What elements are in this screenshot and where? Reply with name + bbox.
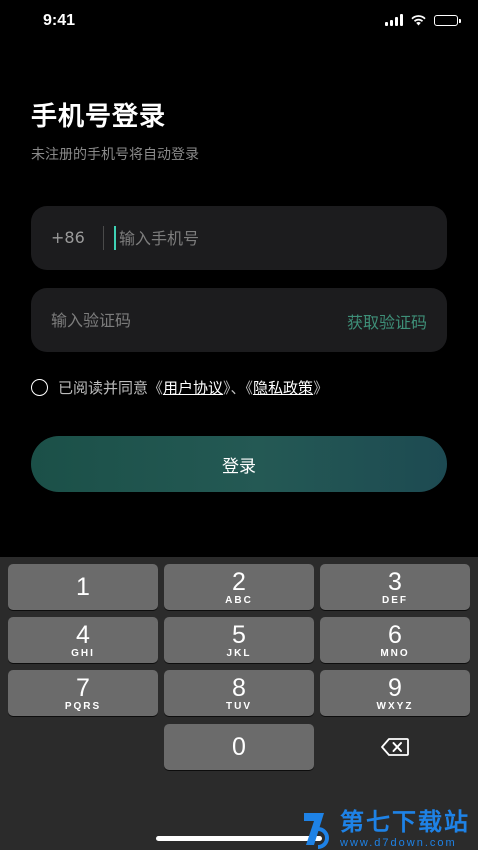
home-indicator[interactable] bbox=[156, 836, 322, 841]
key-number: 9 bbox=[388, 674, 402, 702]
key-number: 6 bbox=[388, 621, 402, 649]
wifi-icon bbox=[411, 15, 426, 26]
watermark-url: www.d7down.com bbox=[340, 837, 457, 849]
status-icons bbox=[385, 14, 461, 26]
key-3[interactable]: 3 DEF bbox=[320, 564, 470, 610]
agreement-suffix: 》 bbox=[313, 379, 329, 397]
key-2[interactable]: 2 ABC bbox=[164, 564, 314, 610]
numeric-keyboard: 1 2 ABC 3 DEF 4 GHI 5 JKL 6 MNO 7 PQRS 8… bbox=[0, 557, 478, 850]
agreement-row: 已阅读并同意《 用户协议 》、《 隐私政策 》 bbox=[31, 377, 328, 398]
phone-field[interactable]: +86 bbox=[31, 206, 447, 270]
key-letters: DEF bbox=[382, 595, 408, 606]
status-bar: 9:41 bbox=[0, 0, 478, 44]
key-8[interactable]: 8 TUV bbox=[164, 670, 314, 716]
delete-backspace-icon bbox=[381, 738, 409, 756]
key-number: 7 bbox=[76, 674, 90, 702]
battery-icon bbox=[434, 14, 461, 26]
key-6[interactable]: 6 MNO bbox=[320, 617, 470, 663]
key-4[interactable]: 4 GHI bbox=[8, 617, 158, 663]
agreement-radio[interactable] bbox=[31, 379, 48, 396]
country-code[interactable]: +86 bbox=[51, 228, 85, 247]
field-divider bbox=[103, 226, 104, 250]
watermark-name: 第七下载站 bbox=[340, 808, 470, 836]
watermark: 第七下载站 www.d7down.com bbox=[300, 808, 470, 850]
key-number: 0 bbox=[232, 733, 246, 761]
key-letters: MNO bbox=[380, 648, 410, 659]
key-letters: ABC bbox=[225, 595, 253, 606]
key-7[interactable]: 7 PQRS bbox=[8, 670, 158, 716]
phone-input[interactable] bbox=[119, 224, 419, 252]
agreement-prefix: 已阅读并同意《 bbox=[58, 379, 164, 397]
key-0[interactable]: 0 bbox=[164, 724, 314, 770]
cellular-signal-icon bbox=[385, 14, 403, 26]
key-number: 8 bbox=[232, 674, 246, 702]
key-1[interactable]: 1 bbox=[8, 564, 158, 610]
key-letters: TUV bbox=[226, 701, 252, 712]
key-letters: WXYZ bbox=[376, 701, 414, 712]
page-title: 手机号登录 bbox=[31, 102, 167, 132]
code-field[interactable]: 获取验证码 bbox=[31, 288, 447, 352]
key-letters: JKL bbox=[226, 648, 252, 659]
key-number: 3 bbox=[388, 568, 402, 596]
key-number: 2 bbox=[232, 568, 246, 596]
privacy-policy-link[interactable]: 隐私政策 bbox=[253, 377, 313, 398]
agreement-separator: 》、《 bbox=[223, 379, 254, 397]
page-subtitle: 未注册的手机号将自动登录 bbox=[31, 147, 199, 163]
user-agreement-link[interactable]: 用户协议 bbox=[163, 377, 223, 398]
key-number: 4 bbox=[76, 621, 90, 649]
get-code-button[interactable]: 获取验证码 bbox=[347, 309, 427, 333]
key-letters: GHI bbox=[71, 648, 95, 659]
key-number: 5 bbox=[232, 621, 246, 649]
verification-code-input[interactable] bbox=[51, 306, 311, 334]
delete-key[interactable] bbox=[320, 724, 470, 770]
key-letters: PQRS bbox=[64, 701, 102, 712]
key-5[interactable]: 5 JKL bbox=[164, 617, 314, 663]
key-9[interactable]: 9 WXYZ bbox=[320, 670, 470, 716]
login-button[interactable]: 登录 bbox=[31, 436, 447, 492]
d7-logo-icon bbox=[304, 813, 329, 849]
key-number: 1 bbox=[76, 573, 90, 601]
text-cursor bbox=[114, 226, 116, 250]
status-time: 9:41 bbox=[43, 12, 76, 29]
